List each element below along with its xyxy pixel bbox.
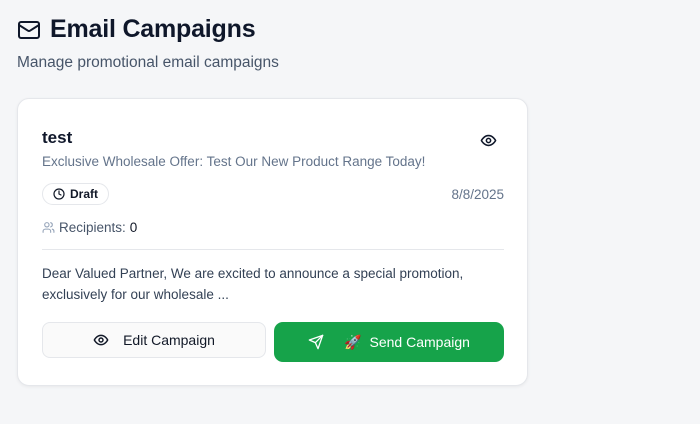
recipients-label: Recipients:	[59, 220, 126, 235]
page-subtitle: Manage promotional email campaigns	[17, 54, 279, 71]
status-badge: Draft	[42, 183, 110, 205]
edit-campaign-button[interactable]: Edit Campaign	[42, 322, 266, 358]
card-divider	[42, 249, 504, 250]
email-campaigns-page: Email Campaigns Manage promotional email…	[0, 0, 700, 424]
campaign-card: test Exclusive Wholesale Offer: Test Our…	[17, 98, 528, 386]
send-campaign-label: Send Campaign	[369, 334, 470, 350]
rocket-icon: 🚀	[344, 333, 362, 350]
edit-campaign-label: Edit Campaign	[123, 332, 215, 348]
eye-icon	[480, 132, 497, 149]
campaign-preview-text: Dear Valued Partner, We are excited to a…	[42, 266, 464, 302]
users-icon	[42, 221, 55, 234]
page-header: Email Campaigns	[17, 15, 256, 44]
campaign-subject: Exclusive Wholesale Offer: Test Our New …	[42, 154, 426, 169]
send-icon	[308, 334, 324, 350]
send-campaign-button[interactable]: 🚀 Send Campaign	[274, 322, 504, 362]
recipients-info: Recipients: 0	[42, 220, 137, 235]
eye-icon	[93, 332, 109, 348]
recipients-count: 0	[129, 220, 138, 235]
page-title: Email Campaigns	[50, 15, 256, 43]
preview-campaign-button[interactable]	[476, 129, 500, 151]
campaign-date: 8/8/2025	[451, 187, 504, 202]
mail-icon	[17, 18, 41, 42]
clock-icon	[53, 188, 65, 200]
campaign-name: test	[42, 128, 73, 147]
status-label: Draft	[70, 187, 99, 201]
